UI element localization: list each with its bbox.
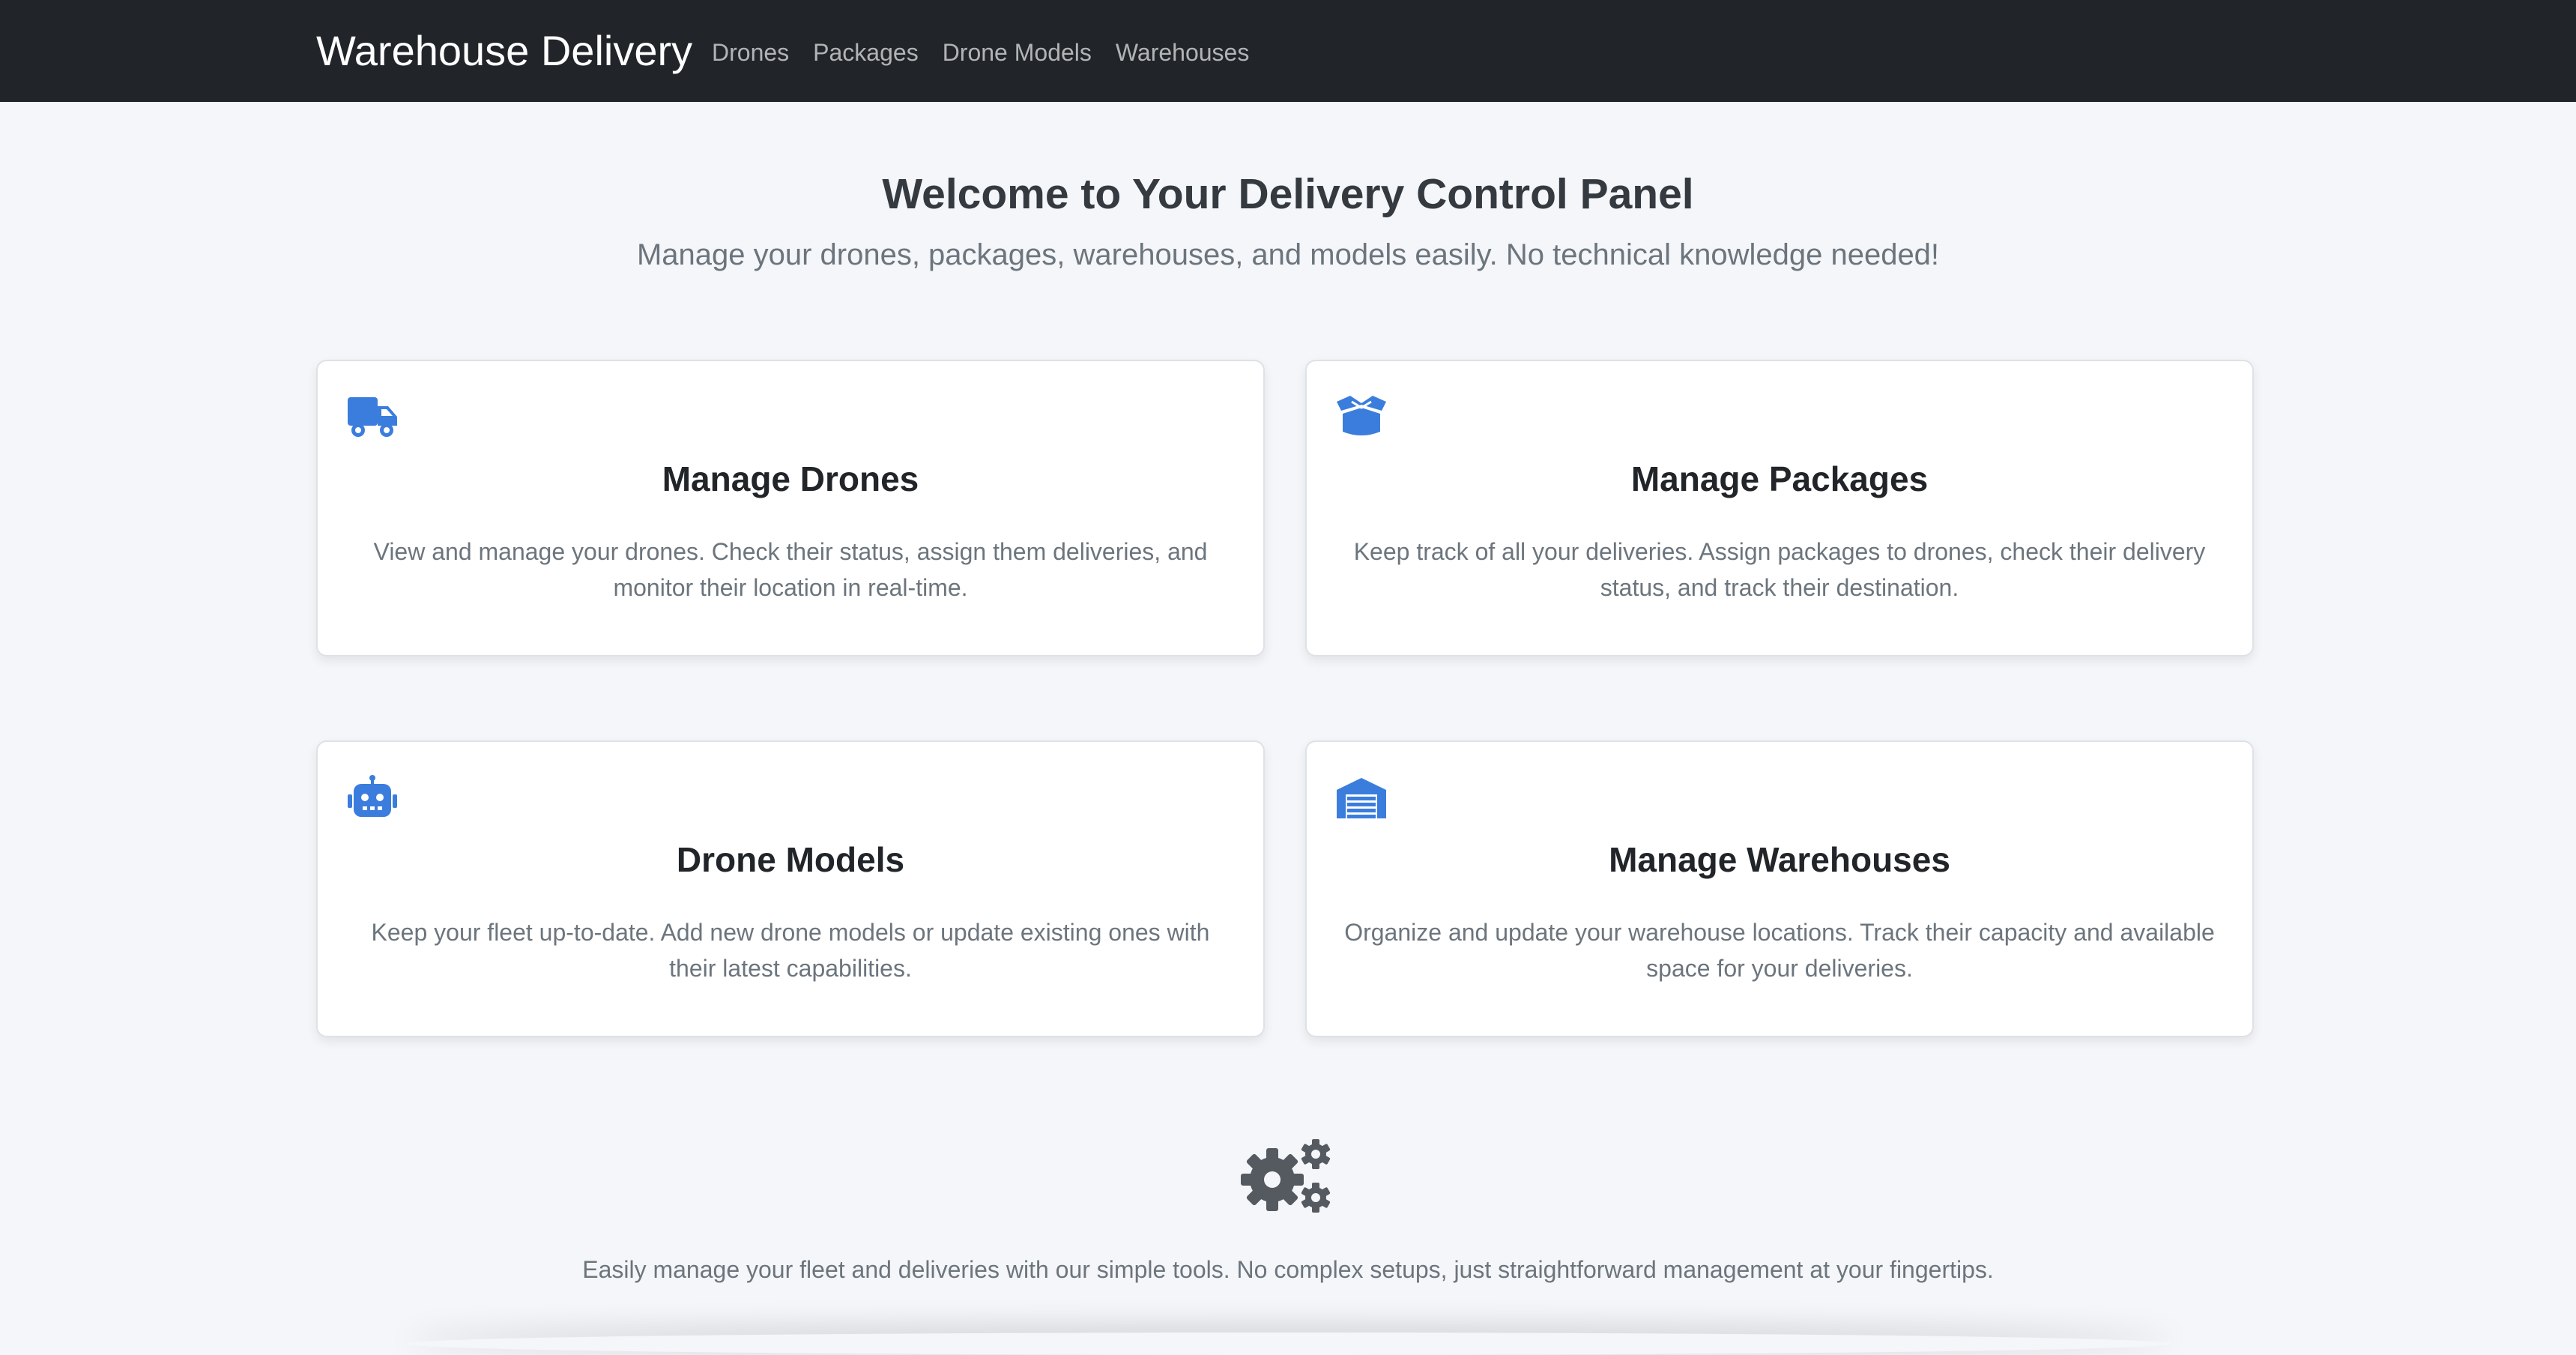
- card-manage-warehouses[interactable]: Manage Warehouses Organize and update yo…: [1305, 740, 2254, 1037]
- card-manage-drones[interactable]: Manage Drones View and manage your drone…: [316, 360, 1265, 657]
- nav-link-packages[interactable]: Packages: [813, 36, 919, 69]
- nav-link-drones[interactable]: Drones: [712, 36, 789, 69]
- page-title: Welcome to Your Delivery Control Panel: [882, 170, 1694, 218]
- robot-icon: [346, 775, 399, 820]
- truck-icon: [346, 394, 399, 439]
- open-box-icon: [1335, 394, 1388, 439]
- nav-links: Drones Packages Drone Models Warehouses: [712, 36, 1273, 69]
- page-subtitle: Manage your drones, packages, warehouses…: [636, 238, 1940, 271]
- card-title: Manage Drones: [662, 459, 919, 498]
- card-description: Organize and update your warehouse locat…: [1344, 919, 2215, 982]
- nav-link-warehouses[interactable]: Warehouses: [1116, 36, 1249, 69]
- card-description: Keep track of all your deliveries. Assig…: [1353, 538, 2206, 601]
- navbar: Warehouse Delivery Drones Packages Drone…: [0, 0, 2576, 102]
- section-divider-shadow: [405, 1333, 2173, 1355]
- gears-icon: [1239, 1138, 1334, 1216]
- nav-link-drone-models[interactable]: Drone Models: [943, 36, 1092, 69]
- card-drone-models[interactable]: Drone Models Keep your fleet up-to-date.…: [316, 740, 1265, 1037]
- card-title: Manage Packages: [1630, 459, 1929, 498]
- card-description: View and manage your drones. Check their…: [373, 538, 1208, 601]
- footer-text: Easily manage your fleet and deliveries …: [582, 1256, 1994, 1283]
- card-title: Drone Models: [676, 840, 905, 879]
- card-title: Manage Warehouses: [1609, 840, 1950, 879]
- card-manage-packages[interactable]: Manage Packages Keep track of all your d…: [1305, 360, 2254, 657]
- brand-link[interactable]: Warehouse Delivery: [316, 25, 692, 76]
- card-description: Keep your fleet up-to-date. Add new dron…: [371, 919, 1210, 982]
- warehouse-icon: [1335, 775, 1388, 820]
